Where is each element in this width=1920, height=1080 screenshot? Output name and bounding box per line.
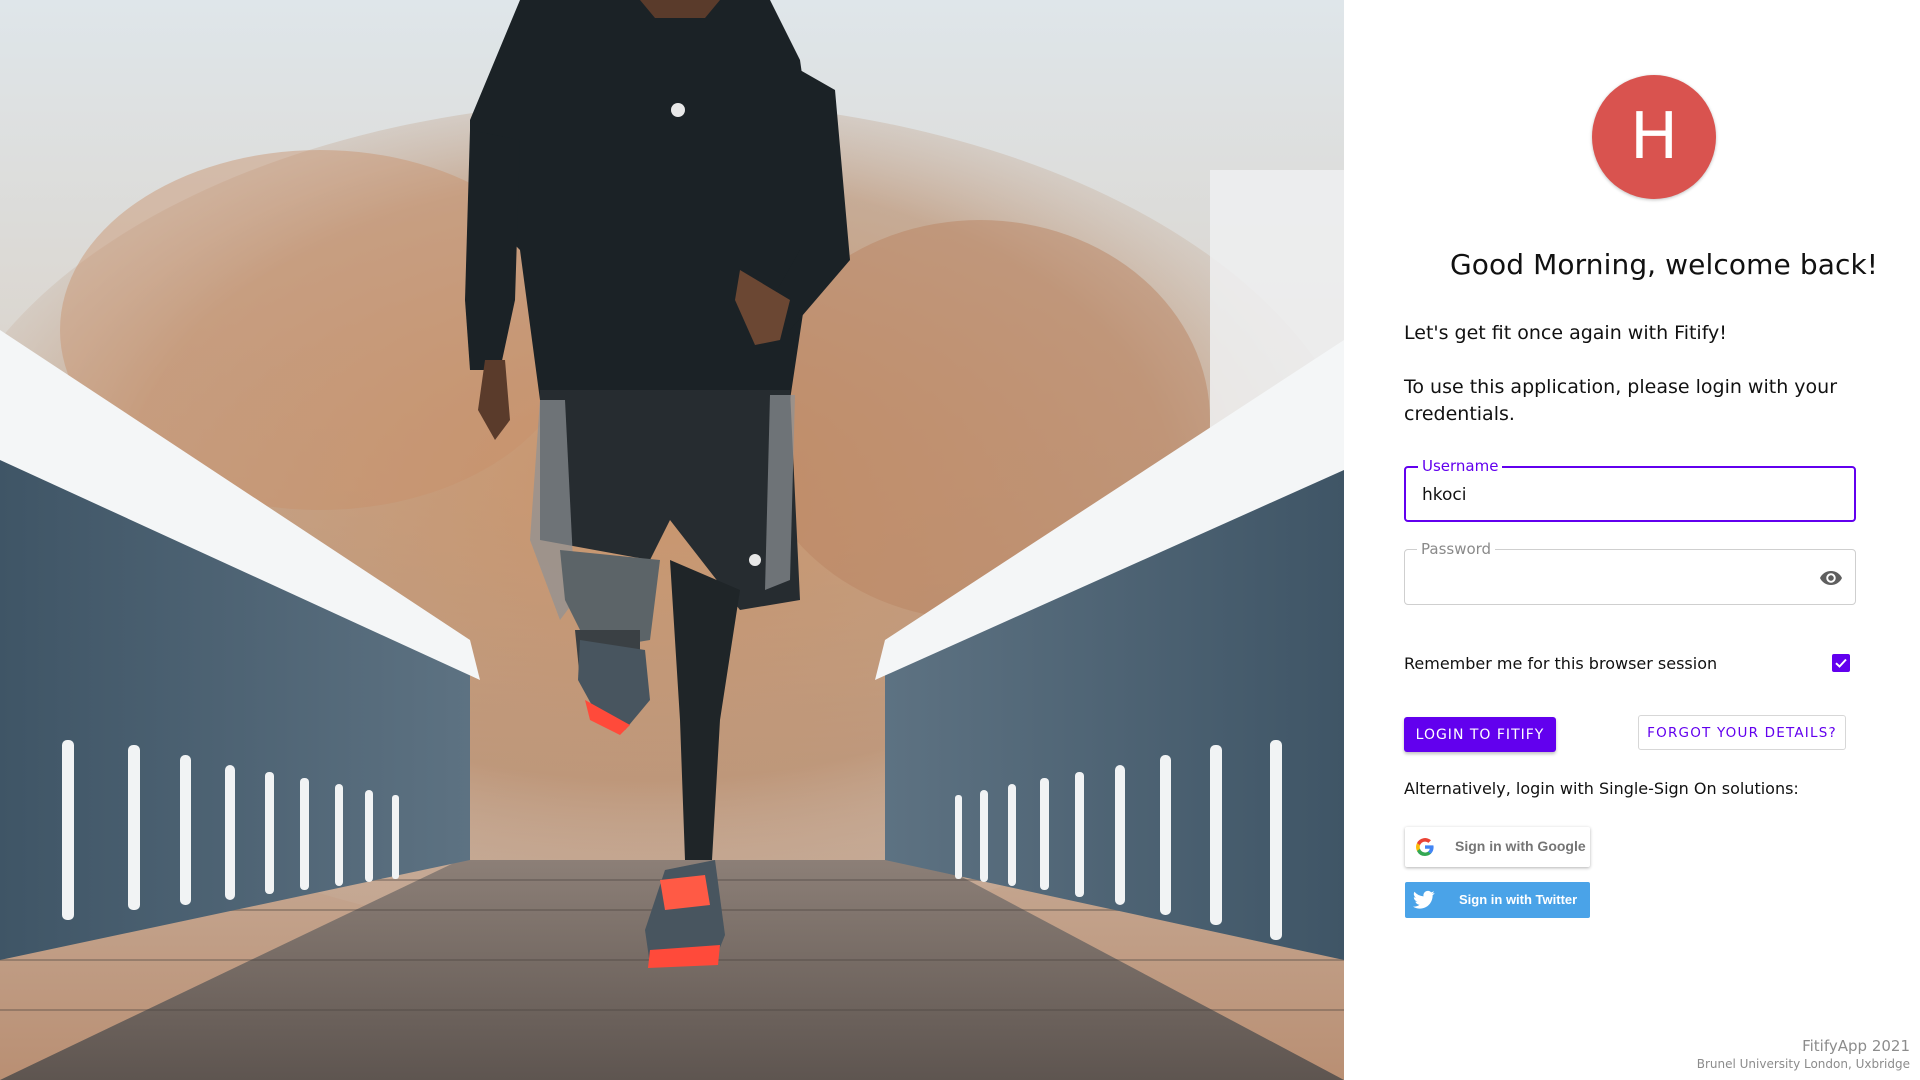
runner-photo [0,0,1344,1080]
password-input[interactable] [1421,564,1801,590]
twitter-signin-button[interactable]: Sign in with Twitter [1405,882,1590,918]
password-field[interactable]: Password [1404,540,1856,605]
google-signin-button[interactable]: Sign in with Google [1405,827,1590,867]
footer: FitifyApp 2021 Brunel University London,… [1697,1036,1910,1072]
twitter-button-label: Sign in with Twitter [1459,892,1578,907]
eye-icon[interactable] [1819,566,1843,590]
footer-university: Brunel University London, Uxbridge [1696,1057,1910,1071]
google-button-label: Sign in with Google [1455,838,1586,854]
intro-text: Let's get fit once again with Fitify! [1404,322,1727,344]
instructions-text: To use this application, please login wi… [1404,376,1838,425]
username-input[interactable] [1422,482,1802,508]
login-button[interactable]: LOGIN TO FITIFY [1404,717,1556,752]
forgot-details-button[interactable]: FORGOT YOUR DETAILS? [1638,715,1846,750]
footer-app-name: FitifyApp 2021 [1802,1037,1910,1055]
login-panel: H Good Morning, welcome back! Let's get … [1344,0,1920,1080]
username-label: Username [1418,457,1503,475]
google-icon [1416,838,1434,856]
twitter-icon [1413,890,1435,909]
sso-text: Alternatively, login with Single-Sign On… [1404,779,1799,798]
remember-me-label: Remember me for this browser session [1404,654,1718,673]
remember-me-checkbox[interactable] [1832,654,1850,672]
username-field[interactable]: Username [1404,457,1856,522]
user-avatar: H [1592,75,1716,199]
password-label: Password [1417,540,1496,558]
check-icon [1835,658,1847,668]
greeting-heading: Good Morning, welcome back! [1450,248,1879,281]
hero-image [0,0,1344,1080]
remember-me-row: Remember me for this browser session [1404,652,1852,676]
